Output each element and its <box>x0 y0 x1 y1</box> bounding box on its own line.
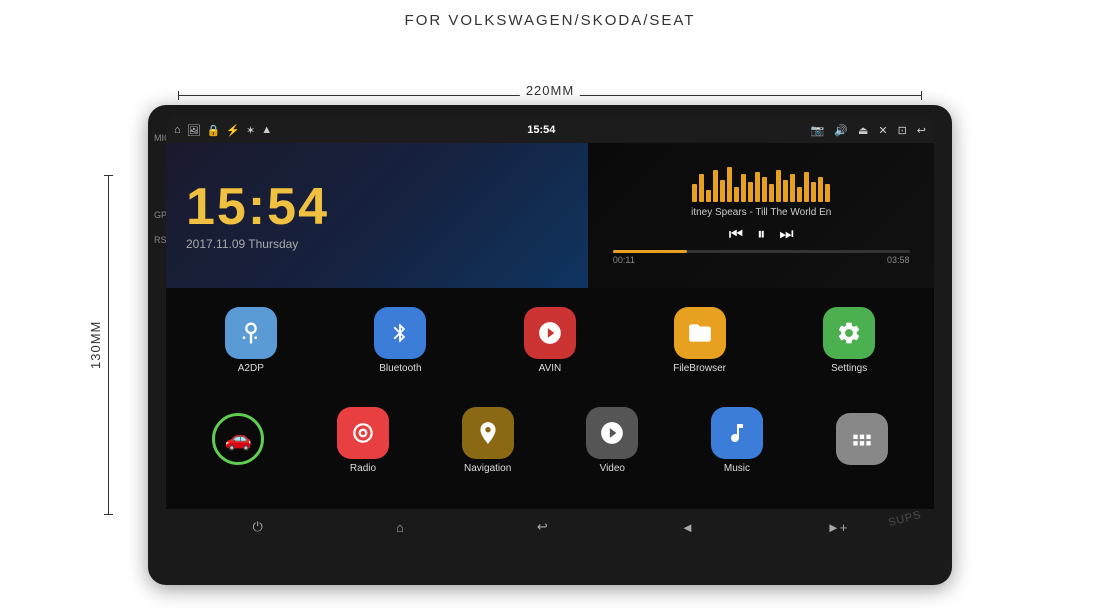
navigation-label: Navigation <box>464 463 511 474</box>
power-button[interactable]: ⏻ <box>253 519 263 535</box>
app-row-2: 🚗 Radio Navigat <box>166 393 934 488</box>
vol-down-button[interactable]: ◄ <box>681 520 694 535</box>
status-left: ⌂ 🖼 🔒 ⚡ ✶ ▲ <box>174 124 272 137</box>
status-bar: ⌂ 🖼 🔒 ⚡ ✶ ▲ 15:54 📷 🔊 ⏏ ✕ ⊡ ↩ <box>166 117 934 143</box>
camera-icon: 📷 <box>811 124 825 137</box>
progress-times: 00:11 03:58 <box>613 255 910 265</box>
app-avin[interactable]: AVIN <box>515 307 585 374</box>
home-icon: ⌂ <box>174 124 181 136</box>
music-label: Music <box>724 463 750 474</box>
page-title: FOR VOLKSWAGEN/SKODA/SEAT <box>0 0 1100 29</box>
app-radio[interactable]: Radio <box>328 407 398 474</box>
bluetooth-label: Bluetooth <box>379 363 421 374</box>
app-car[interactable]: 🚗 <box>203 413 273 469</box>
filebrowser-icon <box>674 307 726 359</box>
music-progress: 00:11 03:58 <box>613 250 910 265</box>
home-button[interactable]: ⌂ <box>396 520 404 535</box>
app-music[interactable]: Music <box>702 407 772 474</box>
back-button[interactable]: ↩ <box>537 519 548 535</box>
dimension-label-horizontal: 220MM <box>520 83 580 98</box>
volume-icon: 🔊 <box>834 124 848 137</box>
back-icon: ↩ <box>917 124 926 137</box>
prev-button[interactable]: ⏮ <box>729 226 743 244</box>
navigation-icon <box>462 407 514 459</box>
music-widget: itney Spears - Till The World En ⏮ ⏸ ⏭ 0… <box>588 143 934 288</box>
settings-icon <box>823 307 875 359</box>
play-pause-button[interactable]: ⏸ <box>757 226 765 244</box>
avin-icon <box>524 307 576 359</box>
app-filebrowser[interactable]: FileBrowser <box>665 307 735 374</box>
next-button[interactable]: ⏭ <box>779 226 793 244</box>
time-current: 00:11 <box>613 255 635 265</box>
lock-icon: 🔒 <box>207 124 221 137</box>
car-icon-outer: 🚗 <box>212 413 264 465</box>
app-video[interactable]: Video <box>577 407 647 474</box>
android-icon: ⊡ <box>898 124 907 137</box>
more-icon <box>836 413 888 465</box>
video-icon <box>586 407 638 459</box>
nav-icons: 📷 🔊 ⏏ ✕ ⊡ ↩ <box>811 124 926 137</box>
close-nav-icon: ✕ <box>878 124 887 137</box>
usb-icon: ⚡ <box>226 124 240 137</box>
status-time: 15:54 <box>527 124 555 136</box>
music-icon <box>711 407 763 459</box>
dimension-label-vertical: 130MM <box>88 175 103 515</box>
music-bars <box>692 167 830 202</box>
radio-icon <box>337 407 389 459</box>
app-row-1: A2DP Bluetooth AVIN <box>166 288 934 393</box>
filebrowser-label: FileBrowser <box>673 363 726 374</box>
device-shell: MIC GPS RST ⌂ 🖼 🔒 ⚡ ✶ ▲ 15:54 📷 🔊 ⏏ ✕ ⊡ … <box>148 105 952 585</box>
vol-up-button[interactable]: ►+ <box>827 520 847 535</box>
radio-label: Radio <box>350 463 376 474</box>
settings-label: Settings <box>831 363 867 374</box>
bottom-nav-bar: ⏻ ⌂ ↩ ◄ ►+ <box>166 509 934 545</box>
app-more[interactable] <box>827 413 897 469</box>
clock-date: 2017.11.09 Thursday <box>186 237 298 251</box>
car-icon: 🚗 <box>225 426 252 452</box>
music-controls[interactable]: ⏮ ⏸ ⏭ <box>729 226 794 244</box>
bluetooth-status-icon: ✶ <box>246 124 255 137</box>
clock-time: 15:54 <box>186 181 329 233</box>
time-total: 03:58 <box>887 255 910 265</box>
dimension-line-vertical <box>108 175 109 515</box>
bluetooth-icon <box>374 307 426 359</box>
app-navigation[interactable]: Navigation <box>453 407 523 474</box>
screen: ⌂ 🖼 🔒 ⚡ ✶ ▲ 15:54 📷 🔊 ⏏ ✕ ⊡ ↩ 15:54 2017… <box>166 117 934 545</box>
a2dp-label: A2DP <box>238 363 264 374</box>
app-bluetooth[interactable]: Bluetooth <box>365 307 435 374</box>
video-label: Video <box>600 463 625 474</box>
a2dp-icon <box>225 307 277 359</box>
app-a2dp[interactable]: A2DP <box>216 307 286 374</box>
progress-fill <box>613 250 687 253</box>
eject-icon: ⏏ <box>858 124 868 137</box>
progress-bar <box>613 250 910 253</box>
app-settings[interactable]: Settings <box>814 307 884 374</box>
image-icon: 🖼 <box>187 124 201 137</box>
clock-widget: 15:54 2017.11.09 Thursday <box>166 143 588 288</box>
music-title: itney Spears - Till The World En <box>596 207 926 218</box>
avin-label: AVIN <box>539 363 562 374</box>
wifi-icon: ▲ <box>261 124 272 136</box>
